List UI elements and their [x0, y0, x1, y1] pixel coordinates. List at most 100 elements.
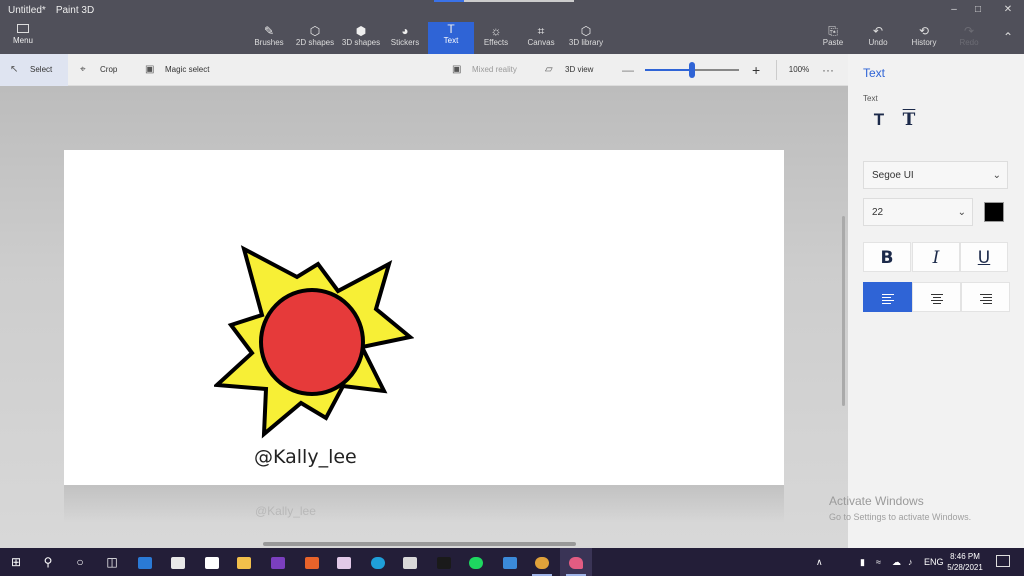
- wifi-icon[interactable]: ≈: [876, 557, 881, 567]
- app-icon: [437, 556, 451, 569]
- tool-label: Text: [443, 36, 459, 45]
- 2d-text-icon: T: [873, 110, 885, 129]
- underline-button[interactable]: U: [960, 242, 1008, 272]
- taskbar-onenote[interactable]: [262, 548, 294, 576]
- italic-button[interactable]: I: [912, 242, 960, 272]
- redo-icon: ↷: [963, 24, 975, 38]
- taskbar-file-explorer[interactable]: [228, 548, 260, 576]
- activate-windows-hint: Go to Settings to activate Windows.: [829, 512, 972, 522]
- tool-stickers[interactable]: ◕ Stickers: [382, 24, 428, 54]
- 3d-view-button[interactable]: ▱ 3D view: [545, 54, 593, 86]
- taskbar-notion[interactable]: [196, 548, 228, 576]
- zoom-in-button[interactable]: +: [752, 54, 760, 86]
- search-button[interactable]: ⚲: [32, 548, 64, 576]
- collapse-ribbon-icon[interactable]: ⌃: [998, 30, 1018, 44]
- font-size-value: 22: [872, 207, 884, 218]
- sun-drawing[interactable]: [214, 245, 414, 445]
- start-button[interactable]: ⊞: [0, 548, 32, 576]
- mail-icon: [138, 556, 152, 569]
- volume-icon[interactable]: ♪: [908, 557, 913, 567]
- app-grid-icon: [403, 556, 417, 569]
- horizontal-scrollbar[interactable]: [263, 542, 576, 546]
- cortana-button[interactable]: ○: [64, 548, 96, 576]
- more-options-button[interactable]: ···: [822, 54, 834, 86]
- show-hidden-icons-button[interactable]: ∧: [816, 557, 823, 568]
- tool-label: 3D shapes: [341, 38, 381, 47]
- search-icon: ⚲: [43, 555, 53, 569]
- brush-icon: ✎: [263, 24, 275, 38]
- taskbar-mail[interactable]: [129, 548, 161, 576]
- taskbar-store[interactable]: [162, 548, 194, 576]
- mixed-reality-icon: ▣: [452, 64, 462, 75]
- taskbar-app-grid[interactable]: [394, 548, 426, 576]
- mixed-reality-button[interactable]: ▣ Mixed reality: [452, 54, 517, 86]
- undo-button[interactable]: ↶ Undo: [857, 24, 899, 47]
- crop-button[interactable]: ⌖ Crop: [80, 54, 117, 86]
- crop-label: Crop: [100, 65, 118, 74]
- taskbar-spotify[interactable]: [460, 548, 492, 576]
- task-view-icon: ◫: [106, 555, 118, 569]
- mixed-reality-label: Mixed reality: [472, 65, 517, 74]
- 3d-text-tool[interactable]: T: [898, 110, 920, 132]
- taskbar: ⊞ ⚲ ○ ◫ ∧ ▮ ≈ ☁ ♪ ENG 8:46 PM 5/28/2021: [0, 548, 1024, 576]
- menu-button[interactable]: Menu: [6, 24, 40, 45]
- text-icon: T: [447, 22, 455, 36]
- minimize-button[interactable]: –: [944, 3, 964, 17]
- clock[interactable]: 8:46 PM 5/28/2021: [940, 551, 990, 573]
- align-left-button[interactable]: [863, 282, 912, 312]
- ribbon-scroll-indicator: [464, 0, 574, 2]
- taskbar-app-dark[interactable]: [428, 548, 460, 576]
- title-ribbon-bar: Untitled* Paint 3D – □ ✕ Menu ✎ Brushes ⬡…: [0, 0, 1024, 54]
- tool-label: Brushes: [254, 38, 284, 47]
- 2d-text-tool[interactable]: T: [868, 110, 890, 132]
- tool-3d-library[interactable]: ⬡ 3D library: [563, 24, 609, 54]
- drawing-canvas[interactable]: @Kally_lee: [64, 150, 784, 485]
- align-right-button[interactable]: [961, 282, 1010, 312]
- tool-text[interactable]: T Text: [428, 22, 474, 54]
- 3d-view-label: 3D view: [565, 65, 594, 74]
- chrome-icon: [535, 556, 549, 569]
- cloud-icon[interactable]: ☁: [892, 557, 901, 568]
- tool-effects[interactable]: ☼ Effects: [473, 24, 519, 54]
- zoom-out-button[interactable]: —: [622, 54, 634, 86]
- history-button[interactable]: ⟲ History: [903, 24, 945, 47]
- bold-button[interactable]: B: [863, 242, 911, 272]
- app-icon: [305, 556, 319, 569]
- zoom-slider-thumb[interactable]: [689, 62, 695, 78]
- font-size-select[interactable]: 22 ⌄: [863, 198, 973, 226]
- align-center-button[interactable]: [912, 282, 961, 312]
- taskbar-photo-app[interactable]: [328, 548, 360, 576]
- crop-icon: ⌖: [80, 64, 86, 75]
- notification-center-icon[interactable]: [996, 555, 1010, 567]
- tool-3d-shapes[interactable]: ⬢ 3D shapes: [338, 24, 384, 54]
- font-family-select[interactable]: Segoe UI ⌄: [863, 161, 1008, 189]
- tool-brushes[interactable]: ✎ Brushes: [246, 24, 292, 54]
- magic-select-button[interactable]: ▣ Magic select: [145, 54, 209, 86]
- battery-icon[interactable]: ▮: [860, 557, 865, 568]
- tool-canvas[interactable]: ⌗ Canvas: [518, 24, 564, 54]
- chevron-down-icon: ⌄: [992, 170, 1001, 181]
- select-button[interactable]: ↖ Select: [0, 54, 68, 86]
- credit-text[interactable]: @Kally_lee: [254, 446, 357, 468]
- tool-2d-shapes[interactable]: ⬡ 2D shapes: [292, 24, 338, 54]
- app-name: Paint 3D: [55, 5, 95, 16]
- redo-button[interactable]: ↷ Redo: [948, 24, 990, 47]
- close-button[interactable]: ✕: [998, 3, 1018, 17]
- maximize-button[interactable]: □: [968, 3, 988, 17]
- tool-label: Canvas: [527, 38, 555, 47]
- taskbar-paint-3d[interactable]: [560, 548, 592, 576]
- paste-button[interactable]: ⎘ Paste: [812, 24, 854, 47]
- sun-body[interactable]: [259, 288, 365, 396]
- clock-time: 8:46 PM: [950, 552, 980, 561]
- task-view-button[interactable]: ◫: [96, 548, 128, 576]
- edge-icon: [371, 556, 385, 569]
- taskbar-photos[interactable]: [494, 548, 526, 576]
- clock-date: 5/28/2021: [947, 563, 983, 572]
- text-color-swatch[interactable]: [984, 202, 1004, 222]
- taskbar-chrome[interactable]: [526, 548, 558, 576]
- folder-icon: [237, 556, 251, 569]
- taskbar-edge[interactable]: [362, 548, 394, 576]
- taskbar-app-orange[interactable]: [296, 548, 328, 576]
- 3d-text-icon: T: [902, 110, 916, 130]
- vertical-scrollbar[interactable]: [842, 216, 845, 406]
